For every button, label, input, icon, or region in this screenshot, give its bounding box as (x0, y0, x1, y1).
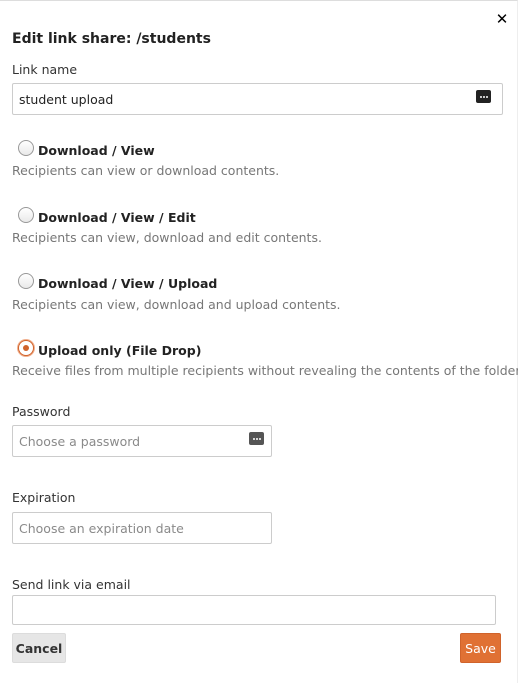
cancel-button[interactable]: Cancel (12, 633, 66, 663)
option-desc-download-view-edit: Recipients can view, download and edit c… (12, 230, 322, 245)
option-desc-download-view: Recipients can view or download contents… (12, 163, 280, 178)
send-email-label: Send link via email (12, 577, 131, 592)
option-label-download-view-upload[interactable]: Download / View / Upload (38, 276, 217, 291)
save-button[interactable]: Save (460, 633, 501, 663)
radio-upload-only[interactable] (18, 340, 34, 356)
close-icon[interactable]: ✕ (495, 11, 509, 27)
option-label-download-view[interactable]: Download / View (38, 143, 155, 158)
radio-download-view-edit[interactable] (18, 207, 34, 223)
link-name-label: Link name (12, 62, 78, 77)
option-desc-download-view-upload: Recipients can view, download and upload… (12, 297, 341, 312)
option-label-download-view-edit[interactable]: Download / View / Edit (38, 210, 196, 225)
expiration-label: Expiration (12, 490, 76, 505)
email-input[interactable] (12, 595, 496, 625)
expiration-date-input[interactable] (12, 512, 272, 544)
dialog-title: Edit link share: /students (12, 31, 211, 47)
password-input[interactable] (12, 425, 272, 457)
keyboard-icon[interactable] (476, 90, 491, 103)
edit-link-share-dialog: ✕ Edit link share: /students Link name D… (0, 0, 518, 683)
option-desc-upload-only: Receive files from multiple recipients w… (12, 363, 518, 378)
password-label: Password (12, 404, 71, 419)
keyboard-icon[interactable] (249, 432, 264, 445)
link-name-input[interactable] (12, 83, 503, 115)
option-label-upload-only[interactable]: Upload only (File Drop) (38, 343, 201, 358)
radio-download-view[interactable] (18, 140, 34, 156)
radio-download-view-upload[interactable] (18, 273, 34, 289)
